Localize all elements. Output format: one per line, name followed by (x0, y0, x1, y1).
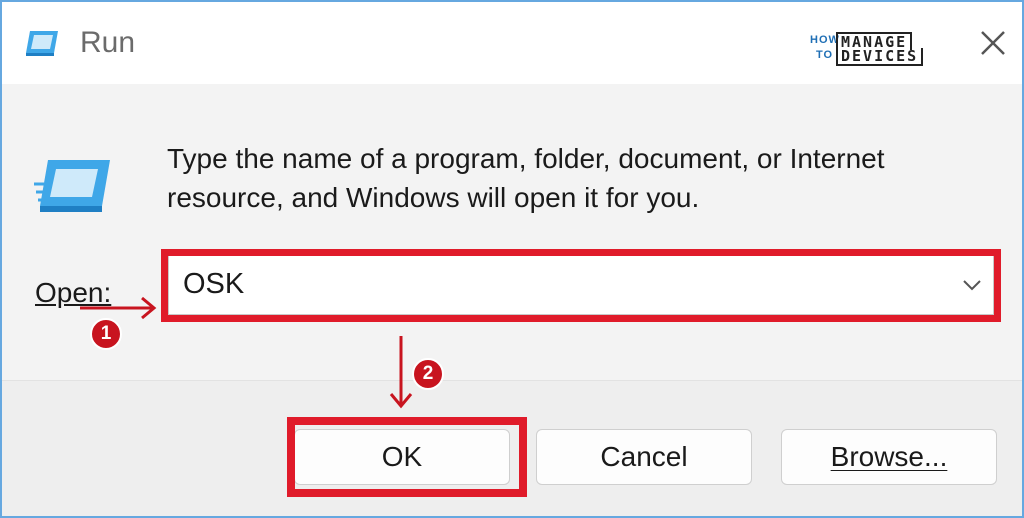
run-dialog-window: Run HOW TO MANAGE DEVICES Type the name … (0, 0, 1024, 518)
title-bar[interactable]: Run HOW TO MANAGE DEVICES (2, 2, 1022, 84)
open-input-value[interactable]: OSK (183, 268, 244, 301)
step-1-badge: 1 (90, 318, 122, 350)
chevron-down-icon[interactable] (961, 274, 983, 296)
dialog-body: Type the name of a program, folder, docu… (2, 84, 1022, 380)
close-button[interactable] (970, 20, 1016, 66)
open-combobox[interactable]: OSK (168, 255, 994, 315)
open-label-text: Open: (35, 277, 112, 308)
logo-text-devices: DEVICES (836, 48, 924, 66)
dialog-footer: OK Cancel Browse... (2, 380, 1022, 516)
window-title: Run (80, 26, 136, 59)
run-app-icon (34, 160, 110, 212)
browse-button[interactable]: Browse... (781, 429, 997, 485)
ok-button[interactable]: OK (294, 429, 510, 485)
run-app-icon (26, 31, 58, 56)
cancel-button[interactable]: Cancel (536, 429, 752, 485)
step-2-badge: 2 (412, 358, 444, 390)
dialog-description: Type the name of a program, folder, docu… (167, 143, 885, 213)
close-icon (981, 31, 1005, 55)
logo-text-to: TO (816, 49, 834, 61)
open-label: Open: (35, 277, 111, 309)
browse-button-label: Browse... (830, 441, 948, 472)
